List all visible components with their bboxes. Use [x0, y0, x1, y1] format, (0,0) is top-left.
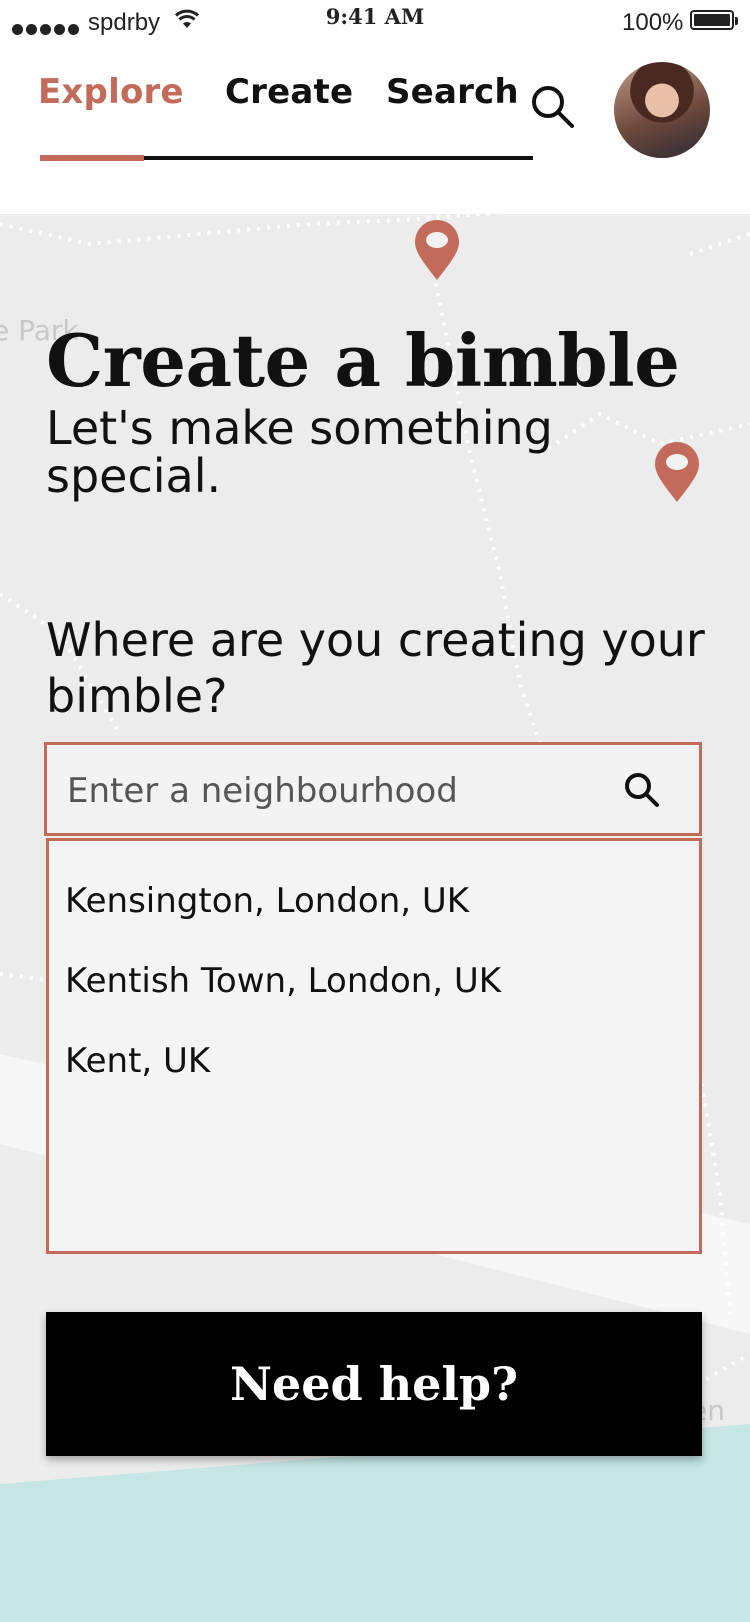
suggestion-list: Kensington, London, UK Kentish Town, Lon… — [46, 838, 702, 1254]
neighbourhood-input[interactable] — [65, 763, 609, 819]
tab-search[interactable]: Search — [386, 72, 519, 112]
tab-create[interactable]: Create — [225, 72, 353, 112]
suggestion-item-kensington[interactable]: Kensington, London, UK — [65, 881, 469, 921]
tab-underline — [40, 155, 533, 161]
map-pin-icon[interactable] — [411, 218, 463, 284]
need-help-button[interactable]: Need help? — [46, 1312, 702, 1456]
active-tab-indicator — [40, 155, 144, 161]
search-icon[interactable] — [528, 82, 578, 132]
suggestion-item-kentish-town[interactable]: Kentish Town, London, UK — [65, 961, 501, 1001]
location-question: Where are you creating your bimble? — [46, 613, 705, 723]
avatar[interactable] — [614, 62, 710, 158]
search-icon[interactable] — [621, 769, 665, 813]
page-subtitle: Let's make something special. — [46, 401, 553, 503]
neighbourhood-search — [44, 742, 702, 836]
status-bar: spdrby 9:41 AM 100% — [0, 0, 750, 44]
map-pin-icon[interactable] — [651, 440, 703, 506]
top-navigation: Explore Create Search — [0, 44, 750, 214]
battery-percentage: 100% — [622, 9, 684, 36]
page-title: Create a bimble — [46, 318, 680, 403]
battery-icon — [690, 10, 738, 30]
suggestion-item-kent[interactable]: Kent, UK — [65, 1041, 210, 1081]
tab-explore[interactable]: Explore — [38, 72, 184, 112]
